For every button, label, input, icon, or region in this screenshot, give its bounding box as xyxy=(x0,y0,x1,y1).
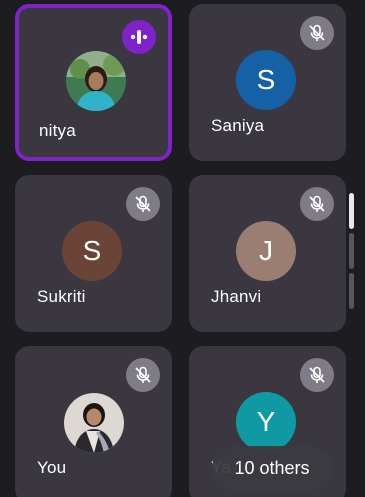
mic-off-icon xyxy=(300,16,334,50)
scrollbar-track[interactable] xyxy=(349,273,354,309)
participant-tile-nitya[interactable]: nitya xyxy=(15,4,172,161)
participant-tile-saniya[interactable]: S Saniya xyxy=(189,4,346,161)
participant-grid: nitya S Saniya S Sukriti J Jhanvi You Y … xyxy=(0,0,365,497)
avatar-initial: Y xyxy=(236,392,296,452)
participant-name: Saniya xyxy=(211,116,265,135)
participant-name: You xyxy=(37,458,67,477)
speaking-indicator-icon xyxy=(122,20,156,54)
scrollbar-track[interactable] xyxy=(349,233,354,269)
participant-tile-you[interactable]: You xyxy=(15,346,172,497)
scrollbar-thumb[interactable] xyxy=(349,193,354,229)
profile-photo xyxy=(64,393,124,453)
participant-tile-jhanvi[interactable]: J Jhanvi xyxy=(189,175,346,332)
participant-tile-sukriti[interactable]: S Sukriti xyxy=(15,175,172,332)
profile-photo xyxy=(66,51,126,111)
avatar-photo xyxy=(64,393,124,453)
participant-name: nitya xyxy=(39,121,76,140)
mic-off-icon xyxy=(126,358,160,392)
mic-off-icon xyxy=(300,358,334,392)
participant-name: Sukriti xyxy=(37,287,86,306)
avatar-initial: S xyxy=(236,50,296,110)
avatar-photo xyxy=(66,51,126,111)
avatar-initial: J xyxy=(236,221,296,281)
others-button[interactable]: 10 others xyxy=(212,446,332,491)
participant-name: Jhanvi xyxy=(211,287,262,306)
mic-off-icon xyxy=(126,187,160,221)
mic-off-icon xyxy=(300,187,334,221)
avatar-initial: S xyxy=(62,221,122,281)
